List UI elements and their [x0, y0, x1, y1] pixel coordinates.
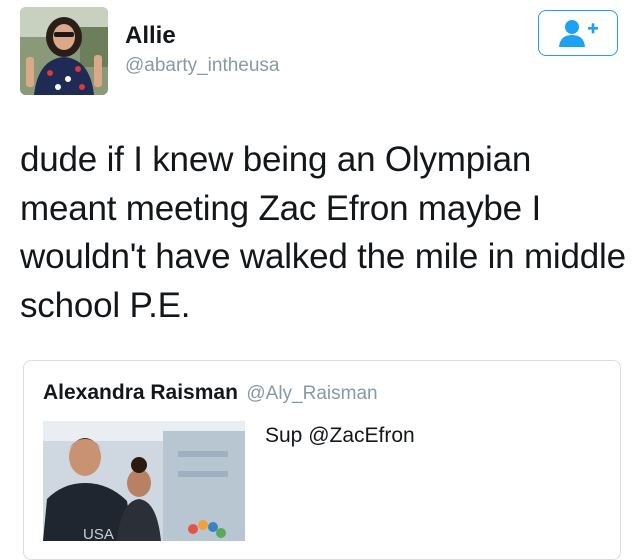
- quoted-tweet-text: Sup @ZacEfron: [265, 424, 415, 447]
- photo-image: USA: [43, 421, 245, 541]
- quoted-author-name[interactable]: Alexandra Raisman: [43, 381, 238, 404]
- quoted-tweet-photo[interactable]: USA: [43, 421, 245, 541]
- tweet-text: dude if I knew being an Olympian meant m…: [20, 140, 626, 325]
- quoted-tweet[interactable]: Alexandra Raisman @Aly_Raisman USA Sup @…: [23, 360, 621, 560]
- shirt-text: USA: [83, 526, 114, 541]
- author-handle[interactable]: @abarty_intheusa: [125, 55, 280, 77]
- quoted-tweet-header: Alexandra Raisman @Aly_Raisman: [43, 381, 378, 405]
- avatar-photo: [20, 7, 108, 95]
- author-avatar[interactable]: [20, 7, 108, 95]
- quoted-author-handle[interactable]: @Aly_Raisman: [246, 383, 377, 404]
- author-display-name[interactable]: Allie: [125, 22, 176, 50]
- follow-button[interactable]: [538, 10, 618, 56]
- add-user-icon: [559, 20, 598, 47]
